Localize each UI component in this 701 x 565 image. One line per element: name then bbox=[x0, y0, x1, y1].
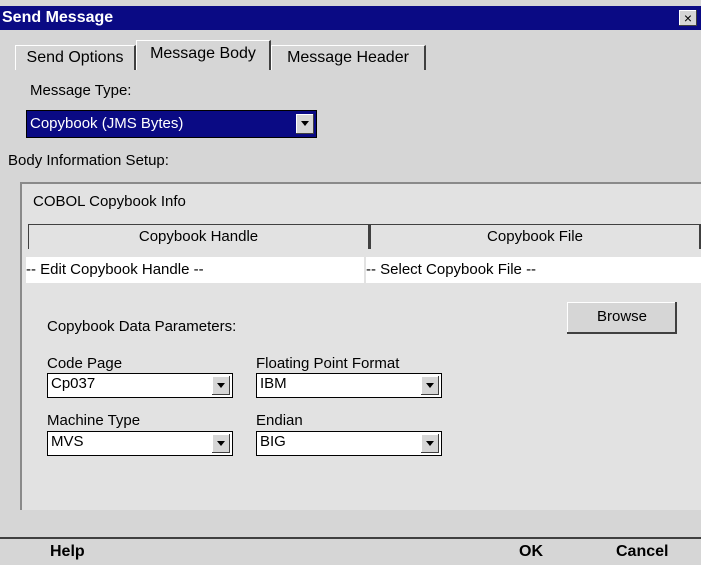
column-header-copybook-file[interactable]: Copybook File bbox=[370, 224, 701, 249]
endian-select[interactable]: BIG bbox=[256, 431, 442, 456]
endian-value: BIG bbox=[260, 433, 286, 450]
cancel-button[interactable]: Cancel bbox=[616, 543, 668, 561]
help-button[interactable]: Help bbox=[50, 543, 85, 561]
chevron-down-icon bbox=[426, 383, 434, 388]
title-bar[interactable]: Send Message × bbox=[0, 6, 701, 30]
code-page-dropdown-button[interactable] bbox=[212, 376, 230, 395]
tab-message-header[interactable]: Message Header bbox=[271, 45, 426, 70]
column-header-copybook-handle[interactable]: Copybook Handle bbox=[28, 224, 370, 249]
footer-bar: Help OK Cancel bbox=[0, 537, 701, 565]
cell-copybook-file[interactable]: -- Select Copybook File -- bbox=[366, 257, 701, 283]
chevron-down-icon bbox=[217, 441, 225, 446]
floating-point-value: IBM bbox=[260, 375, 287, 392]
code-page-select[interactable]: Cp037 bbox=[47, 373, 233, 398]
chevron-down-icon bbox=[301, 121, 309, 126]
machine-type-dropdown-button[interactable] bbox=[212, 434, 230, 453]
ok-button[interactable]: OK bbox=[519, 543, 543, 561]
floating-point-dropdown-button[interactable] bbox=[421, 376, 439, 395]
cell-copybook-handle[interactable]: -- Edit Copybook Handle -- bbox=[26, 257, 364, 283]
copybook-params-label: Copybook Data Parameters: bbox=[47, 318, 237, 335]
machine-type-label: Machine Type bbox=[47, 412, 141, 429]
floating-point-label: Floating Point Format bbox=[256, 355, 400, 372]
floating-point-select[interactable]: IBM bbox=[256, 373, 442, 398]
body-info-label: Body Information Setup: bbox=[8, 152, 169, 169]
send-message-window: Send Message × Send Options Message Body… bbox=[0, 0, 701, 565]
message-type-label: Message Type: bbox=[30, 82, 132, 99]
code-page-value: Cp037 bbox=[51, 375, 96, 392]
window-title: Send Message bbox=[2, 9, 114, 26]
browse-button[interactable]: Browse bbox=[567, 302, 677, 334]
tab-send-options[interactable]: Send Options bbox=[15, 45, 136, 70]
message-type-dropdown-button[interactable] bbox=[296, 114, 314, 134]
message-type-value: Copybook (JMS Bytes) bbox=[30, 115, 184, 132]
machine-type-select[interactable]: MVS bbox=[47, 431, 233, 456]
tab-message-body[interactable]: Message Body bbox=[136, 40, 271, 70]
code-page-label: Code Page bbox=[47, 355, 123, 372]
chevron-down-icon bbox=[426, 441, 434, 446]
close-button[interactable]: × bbox=[679, 10, 697, 26]
machine-type-value: MVS bbox=[51, 433, 84, 450]
message-type-select[interactable]: Copybook (JMS Bytes) bbox=[26, 110, 317, 138]
endian-dropdown-button[interactable] bbox=[421, 434, 439, 453]
panel-title: COBOL Copybook Info bbox=[33, 193, 186, 210]
endian-label: Endian bbox=[256, 412, 303, 429]
chevron-down-icon bbox=[217, 383, 225, 388]
close-icon: × bbox=[683, 10, 693, 26]
